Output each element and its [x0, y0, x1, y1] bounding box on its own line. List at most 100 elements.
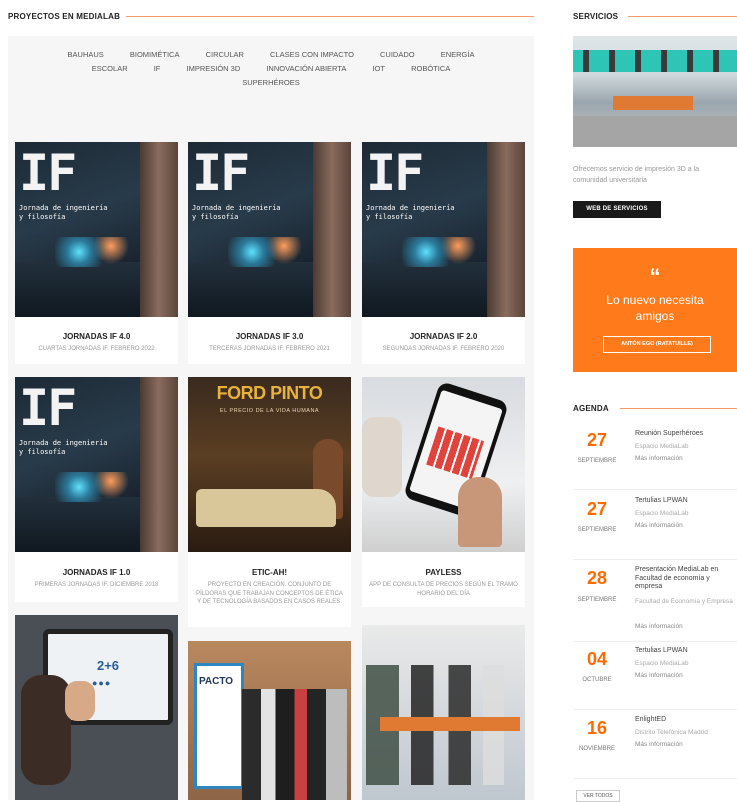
- project-title[interactable]: JORNADAS IF 3.0: [188, 332, 351, 341]
- agenda-divider: [573, 641, 737, 642]
- tablet-answer: ●●●: [92, 678, 112, 688]
- agenda-divider: [573, 778, 737, 779]
- project-image-ford-pinto[interactable]: FORD PINTO EL PRECIO DE LA VIDA HUMANA: [188, 377, 351, 552]
- if-image-caption: Jornada de ingeniería y filosofía: [366, 204, 455, 221]
- project-card[interactable]: IF Jornada de ingeniería y filosofía JORN…: [15, 377, 178, 602]
- quote-box: “ Lo nuevo necesita amigos ANTÓN EGO (RAT…: [573, 248, 737, 372]
- filter-row-1: BAUHAUS BIOMIMÉTICA CIRCULAR CLASES CON …: [8, 48, 534, 62]
- filter-bauhaus[interactable]: BAUHAUS: [68, 48, 104, 62]
- services-section-title: SERVICIOS: [573, 12, 619, 21]
- agenda-divider: [573, 709, 737, 710]
- quote-icon: “: [649, 264, 661, 289]
- event-location: Distrito Telefónica Madrid: [635, 729, 708, 736]
- filter-escolar[interactable]: ESCOLAR: [92, 62, 128, 76]
- if-image-caption: Jornada de ingeniería y filosofía: [19, 439, 108, 456]
- event-month: SEPTIEMBRE: [577, 458, 617, 464]
- project-image-if[interactable]: IF Jornada de ingeniería y filosofía: [15, 377, 178, 552]
- services-web-button[interactable]: WEB DE SERVICIOS: [573, 201, 661, 218]
- lab-wall-graphic: [573, 50, 737, 72]
- project-image-lab[interactable]: [362, 625, 525, 800]
- quote-text: Lo nuevo necesita amigos: [606, 293, 704, 323]
- project-title[interactable]: ETIC-AH!: [188, 568, 351, 577]
- tablet-equation: 2+6: [96, 658, 120, 673]
- city-skyline-graphic: [362, 262, 487, 317]
- if-image-caption: Jornada de ingeniería y filosofía: [19, 204, 108, 221]
- table-graphic: [380, 717, 520, 731]
- event-location: Facultad de Economía y Empresa: [635, 598, 733, 605]
- project-subtitle: PROYECTO EN CREACIÓN. CONJUNTO DE PÍLDOR…: [196, 582, 343, 605]
- filter-iot[interactable]: IOT: [372, 62, 385, 76]
- project-title[interactable]: JORNADAS IF 4.0: [15, 332, 178, 341]
- ford-pinto-title: FORD PINTO: [216, 383, 323, 403]
- quote-author-button[interactable]: ANTÓN EGO (RATATUILLE): [603, 336, 711, 353]
- project-image-payless[interactable]: [362, 377, 525, 552]
- city-skyline-graphic: [15, 262, 140, 317]
- city-lights-graphic: [402, 237, 482, 267]
- if-logo-text: IF: [192, 144, 250, 202]
- filter-innovacion-abierta[interactable]: INNOVACIÓN ABIERTA: [266, 62, 346, 76]
- filter-cuidado[interactable]: CUIDADO: [380, 48, 415, 62]
- project-subtitle: PRIMERAS JORNADAS IF. DICIEMBRE 2018: [34, 582, 159, 588]
- project-image-if[interactable]: IF Jornada de ingeniería y filosofía: [362, 142, 525, 317]
- event-title[interactable]: EnlightED: [635, 716, 737, 725]
- agenda-divider: [573, 489, 737, 490]
- project-card[interactable]: IF Jornada de ingeniería y filosofía JORN…: [362, 142, 525, 364]
- event-title[interactable]: Tertulias LPWAN: [635, 497, 737, 506]
- see-all-events-button[interactable]: VER TODOS: [576, 790, 620, 802]
- project-card[interactable]: IF Jornada de ingeniería y filosofía JORN…: [188, 142, 351, 364]
- ford-pinto-subtitle: EL PRECIO DE LA VIDA HUMANA: [219, 408, 320, 414]
- city-skyline-graphic: [188, 262, 313, 317]
- filter-if[interactable]: IF: [154, 62, 161, 76]
- project-filters: BAUHAUS BIOMIMÉTICA CIRCULAR CLASES CON …: [8, 48, 534, 90]
- event-title[interactable]: Presentación MediaLab en Facultad de eco…: [635, 566, 737, 592]
- project-card[interactable]: [362, 625, 525, 800]
- filter-circular[interactable]: CIRCULAR: [206, 48, 244, 62]
- event-more-info-link[interactable]: Más información: [635, 455, 737, 462]
- project-title[interactable]: PAYLESS: [362, 568, 525, 577]
- lab-floor-graphic: [573, 116, 737, 147]
- event-title[interactable]: Tertulias LPWAN: [635, 647, 737, 656]
- city-skyline-graphic: [15, 497, 140, 552]
- project-card[interactable]: PAYLESS APP DE CONSULTA DE PRECIOS SEGÚN…: [362, 377, 525, 607]
- project-image-tablet[interactable]: 2+6 ●●●: [15, 615, 178, 800]
- filter-row-3: SUPERHÉROES: [8, 76, 534, 90]
- people-graphic: [242, 689, 347, 800]
- event-location: Espacio MediaLab: [635, 443, 689, 450]
- project-subtitle: APP DE CONSULTA DE PRECIOS SEGÚN EL TRAM…: [369, 582, 518, 597]
- city-lights-graphic: [55, 237, 135, 267]
- filter-superheroes[interactable]: SUPERHÉROES: [242, 76, 300, 90]
- filter-robotica[interactable]: ROBÓTICA: [411, 62, 450, 76]
- project-title[interactable]: JORNADAS IF 1.0: [15, 568, 178, 577]
- project-card[interactable]: PACTO: [188, 641, 351, 800]
- if-logo-text: IF: [19, 144, 77, 202]
- filter-impresion-3d[interactable]: IMPRESIÓN 3D: [186, 62, 240, 76]
- event-title[interactable]: Reunión Superhéroes: [635, 430, 737, 439]
- project-image-event[interactable]: PACTO: [188, 641, 351, 800]
- project-title[interactable]: JORNADAS IF 2.0: [362, 332, 525, 341]
- project-subtitle: TERCERAS JORNADAS IF. FEBRERO 2021: [209, 346, 330, 352]
- project-subtitle: CUARTAS JORNADAS IF. FEBRERO 2022: [38, 346, 155, 352]
- event-more-info-link[interactable]: Más información: [635, 522, 737, 529]
- event-month: SEPTIEMBRE: [577, 527, 617, 533]
- filter-biomimetica[interactable]: BIOMIMÉTICA: [130, 48, 180, 62]
- filter-energia[interactable]: ENERGÍA: [441, 48, 475, 62]
- event-more-info-link[interactable]: Más información: [635, 623, 737, 630]
- project-card[interactable]: FORD PINTO EL PRECIO DE LA VIDA HUMANA E…: [188, 377, 351, 627]
- filter-clases-con-impacto[interactable]: CLASES CON IMPACTO: [270, 48, 354, 62]
- event-day: 16: [586, 718, 608, 738]
- project-image-if[interactable]: IF Jornada de ingeniería y filosofía: [188, 142, 351, 317]
- event-day: 27: [586, 499, 608, 519]
- event-more-info-link[interactable]: Más información: [635, 672, 737, 679]
- face-graphic: [140, 142, 178, 317]
- agenda-divider: [573, 559, 737, 560]
- if-image-caption: Jornada de ingeniería y filosofía: [192, 204, 281, 221]
- event-day: 27: [586, 430, 608, 450]
- event-location: Espacio MediaLab: [635, 660, 689, 667]
- event-more-info-link[interactable]: Más información: [635, 741, 737, 748]
- project-card[interactable]: 2+6 ●●●: [15, 615, 178, 800]
- project-image-if[interactable]: IF Jornada de ingeniería y filosofía: [15, 142, 178, 317]
- project-card[interactable]: IF Jornada de ingeniería y filosofía JORN…: [15, 142, 178, 364]
- city-lights-graphic: [228, 237, 308, 267]
- price-grid-graphic: [426, 426, 485, 480]
- services-title-divider: [628, 16, 737, 17]
